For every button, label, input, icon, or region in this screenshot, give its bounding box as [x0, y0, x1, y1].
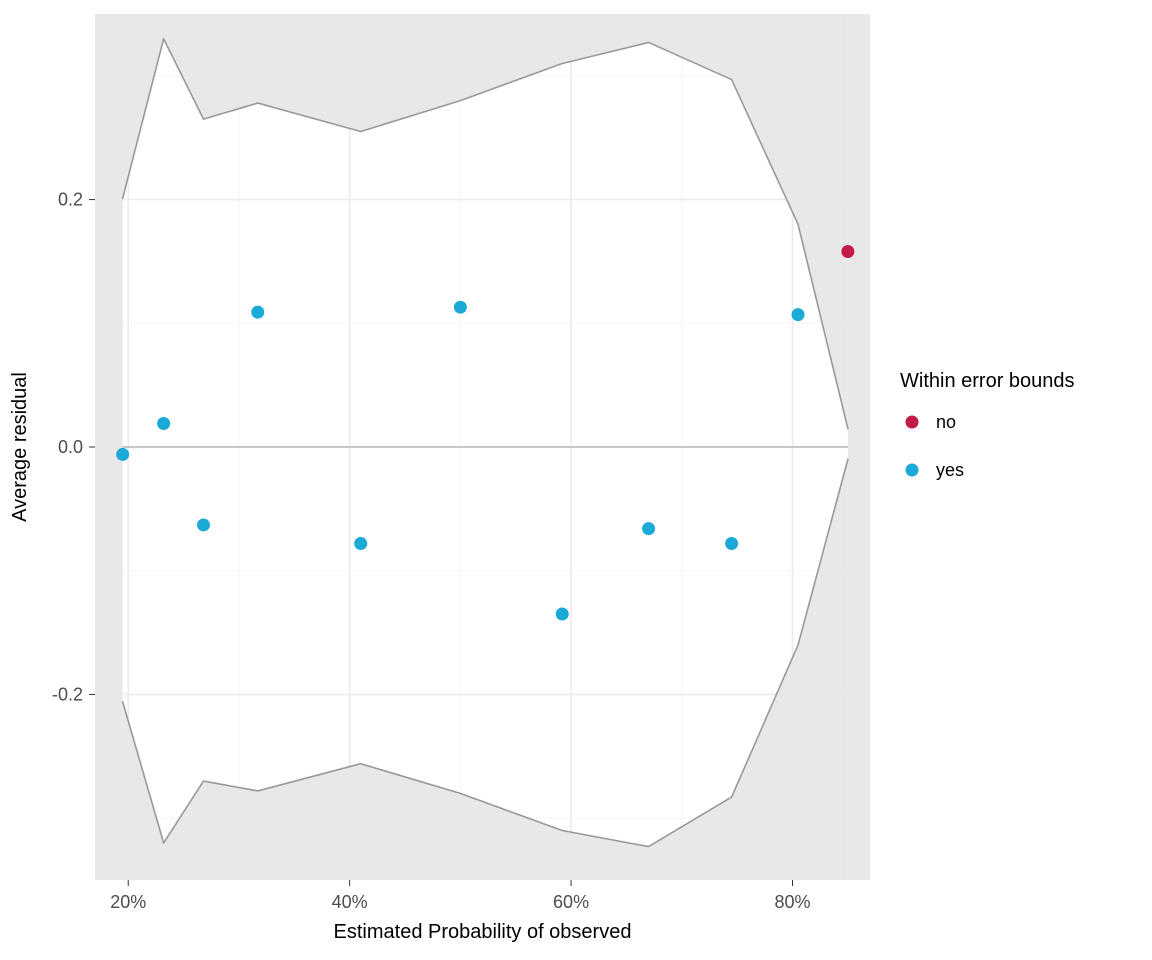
legend-label-yes: yes [936, 460, 964, 480]
x-axis-title: Estimated Probability of observed [334, 921, 632, 943]
data-point-yes [116, 448, 129, 461]
bounds-shade-left [95, 14, 123, 880]
data-point-no [841, 245, 854, 258]
y-tick-label: -0.2 [52, 684, 83, 704]
data-point-yes [556, 608, 569, 621]
data-point-yes [454, 301, 467, 314]
data-point-yes [354, 537, 367, 550]
legend-title: Within error bounds [900, 370, 1075, 392]
legend-swatch-no [906, 416, 919, 429]
x-tick-label: 60% [553, 892, 589, 912]
x-tick-label: 40% [332, 892, 368, 912]
y-tick-label: 0.0 [58, 437, 83, 457]
legend-label-no: no [936, 412, 956, 432]
data-point-yes [642, 522, 655, 535]
x-tick-label: 20% [110, 892, 146, 912]
data-point-yes [251, 306, 264, 319]
y-tick-label: 0.2 [58, 190, 83, 210]
chart-svg: 20% 40% 60% 80% -0.2 0.0 0.2 Estimated Probabil… [0, 0, 1152, 960]
legend-swatch-yes [906, 464, 919, 477]
x-tick-label: 80% [774, 892, 810, 912]
bounds-shade-right [848, 14, 870, 880]
y-axis-title: Average residual [9, 372, 31, 522]
data-point-yes [725, 537, 738, 550]
chart-container: 20% 40% 60% 80% -0.2 0.0 0.2 Estimated Probabil… [0, 0, 1152, 960]
data-point-yes [792, 308, 805, 321]
data-point-yes [197, 518, 210, 531]
data-point-yes [157, 417, 170, 430]
